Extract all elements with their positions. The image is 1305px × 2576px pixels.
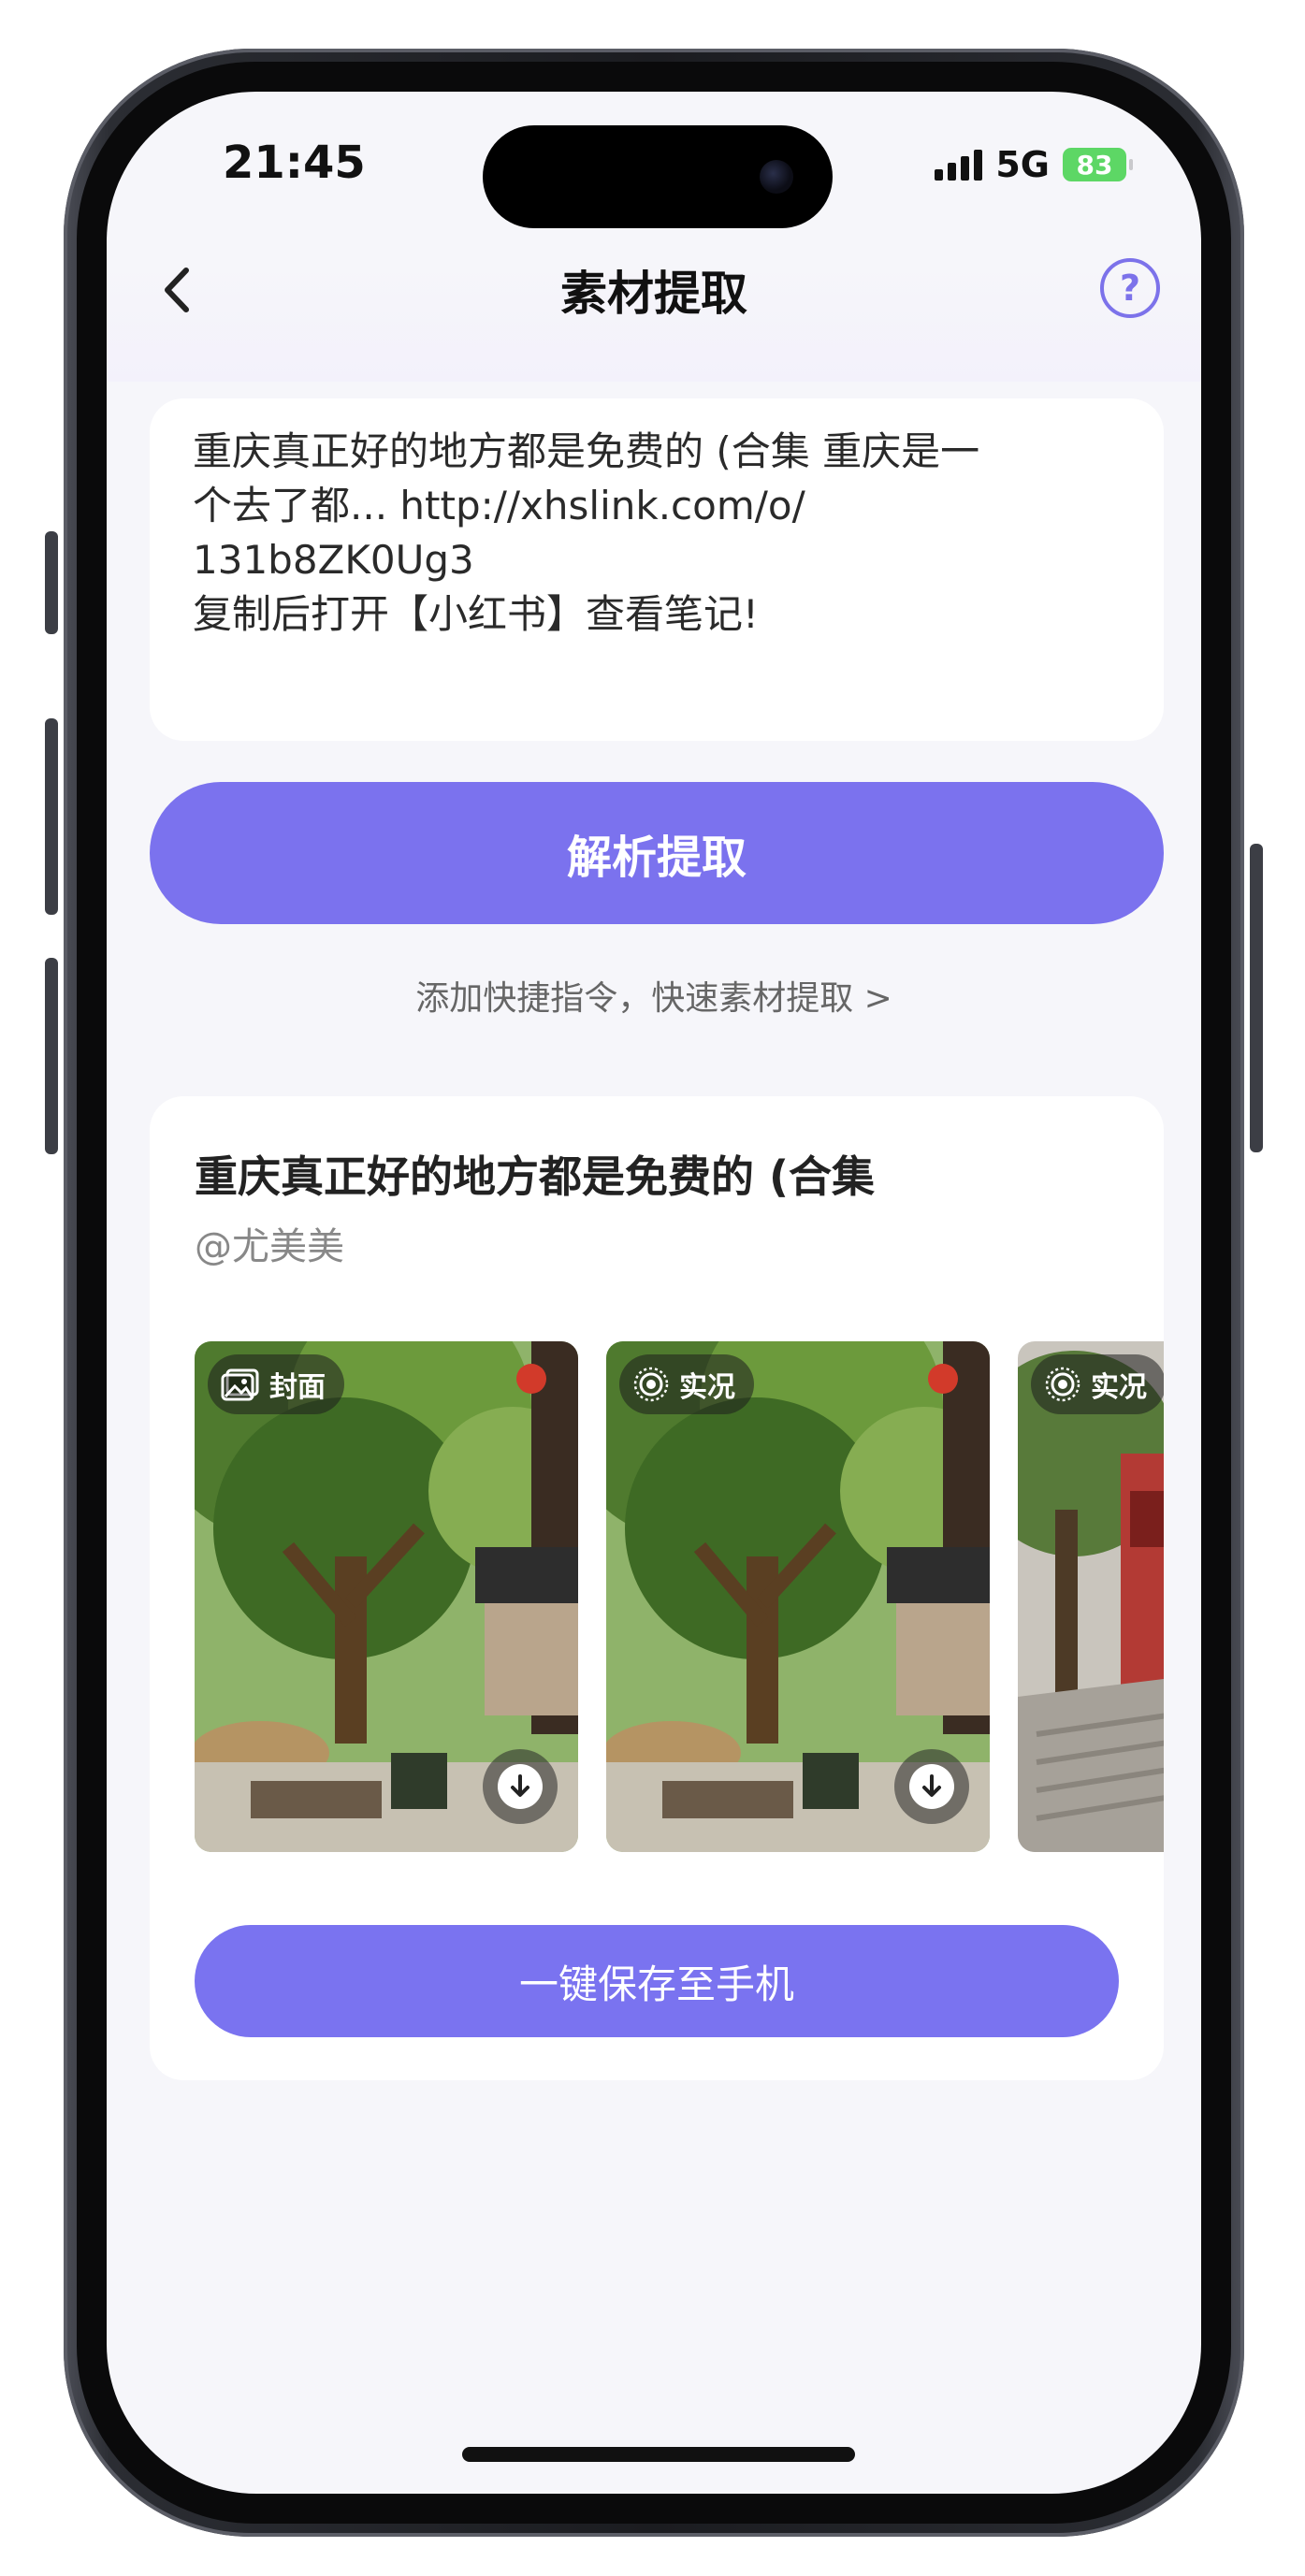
- add-shortcut-link[interactable]: 添加快捷指令，快速素材提取 >: [107, 971, 1201, 1020]
- dynamic-island: [483, 125, 833, 228]
- live-badge: 实况: [1031, 1354, 1164, 1414]
- help-button[interactable]: ?: [1100, 258, 1160, 318]
- status-icons: 5G 83: [935, 144, 1133, 185]
- status-time: 21:45: [223, 137, 366, 189]
- download-icon: [511, 1774, 529, 1797]
- live-badge: 实况: [619, 1354, 754, 1414]
- link-input-field[interactable]: 重庆真正好的地方都是免费的 (合集 重庆是一 个去了都... http://xh…: [150, 398, 1164, 741]
- media-thumbnail-cover[interactable]: 封面: [195, 1341, 578, 1852]
- live-badge-label: 实况: [1091, 1371, 1147, 1404]
- note-title: 重庆真正好的地方都是免费的 (合集: [195, 1151, 876, 1202]
- volume-down-button: [45, 958, 58, 1154]
- image-icon: [221, 1368, 259, 1401]
- front-camera: [760, 160, 793, 194]
- parse-extract-label: 解析提取: [566, 832, 747, 884]
- result-card: 重庆真正好的地方都是免费的 (合集 @尤美美 封面 实况 实况 一键保存至手机: [150, 1096, 1164, 2080]
- battery-level: 83: [1076, 149, 1113, 181]
- power-button: [1250, 844, 1263, 1152]
- action-button: [45, 531, 58, 634]
- live-photo-icon: [1045, 1367, 1080, 1402]
- home-indicator[interactable]: [462, 2447, 855, 2462]
- cover-badge: 封面: [208, 1354, 344, 1414]
- download-button[interactable]: [894, 1749, 969, 1824]
- live-badge-label: 实况: [679, 1371, 735, 1404]
- battery-icon: 83: [1063, 148, 1133, 181]
- save-all-to-phone-button[interactable]: 一键保存至手机: [195, 1925, 1119, 2037]
- download-button[interactable]: [483, 1749, 558, 1824]
- temple-stairs-photo: [1018, 1341, 1164, 1852]
- volume-up-button: [45, 718, 58, 915]
- save-all-label: 一键保存至手机: [518, 1961, 794, 2007]
- phone-screen: 21:45 5G 83 素材提取 ? 重庆真正好的地方都是免费的 (合集 重庆是…: [107, 92, 1201, 2494]
- live-photo-icon: [633, 1367, 669, 1402]
- media-thumbnail-live[interactable]: 实况: [1018, 1341, 1164, 1852]
- media-thumbnail-live[interactable]: 实况: [606, 1341, 990, 1852]
- cover-badge-label: 封面: [269, 1371, 326, 1404]
- network-label: 5G: [995, 144, 1050, 185]
- download-icon: [922, 1774, 941, 1797]
- help-icon: ?: [1119, 268, 1141, 309]
- signal-icon: [935, 149, 983, 181]
- parse-extract-button[interactable]: 解析提取: [150, 782, 1164, 924]
- media-carousel[interactable]: 封面 实况 实况: [195, 1341, 1164, 1852]
- page-title: 素材提取: [560, 267, 747, 321]
- note-author: @尤美美: [195, 1225, 344, 1268]
